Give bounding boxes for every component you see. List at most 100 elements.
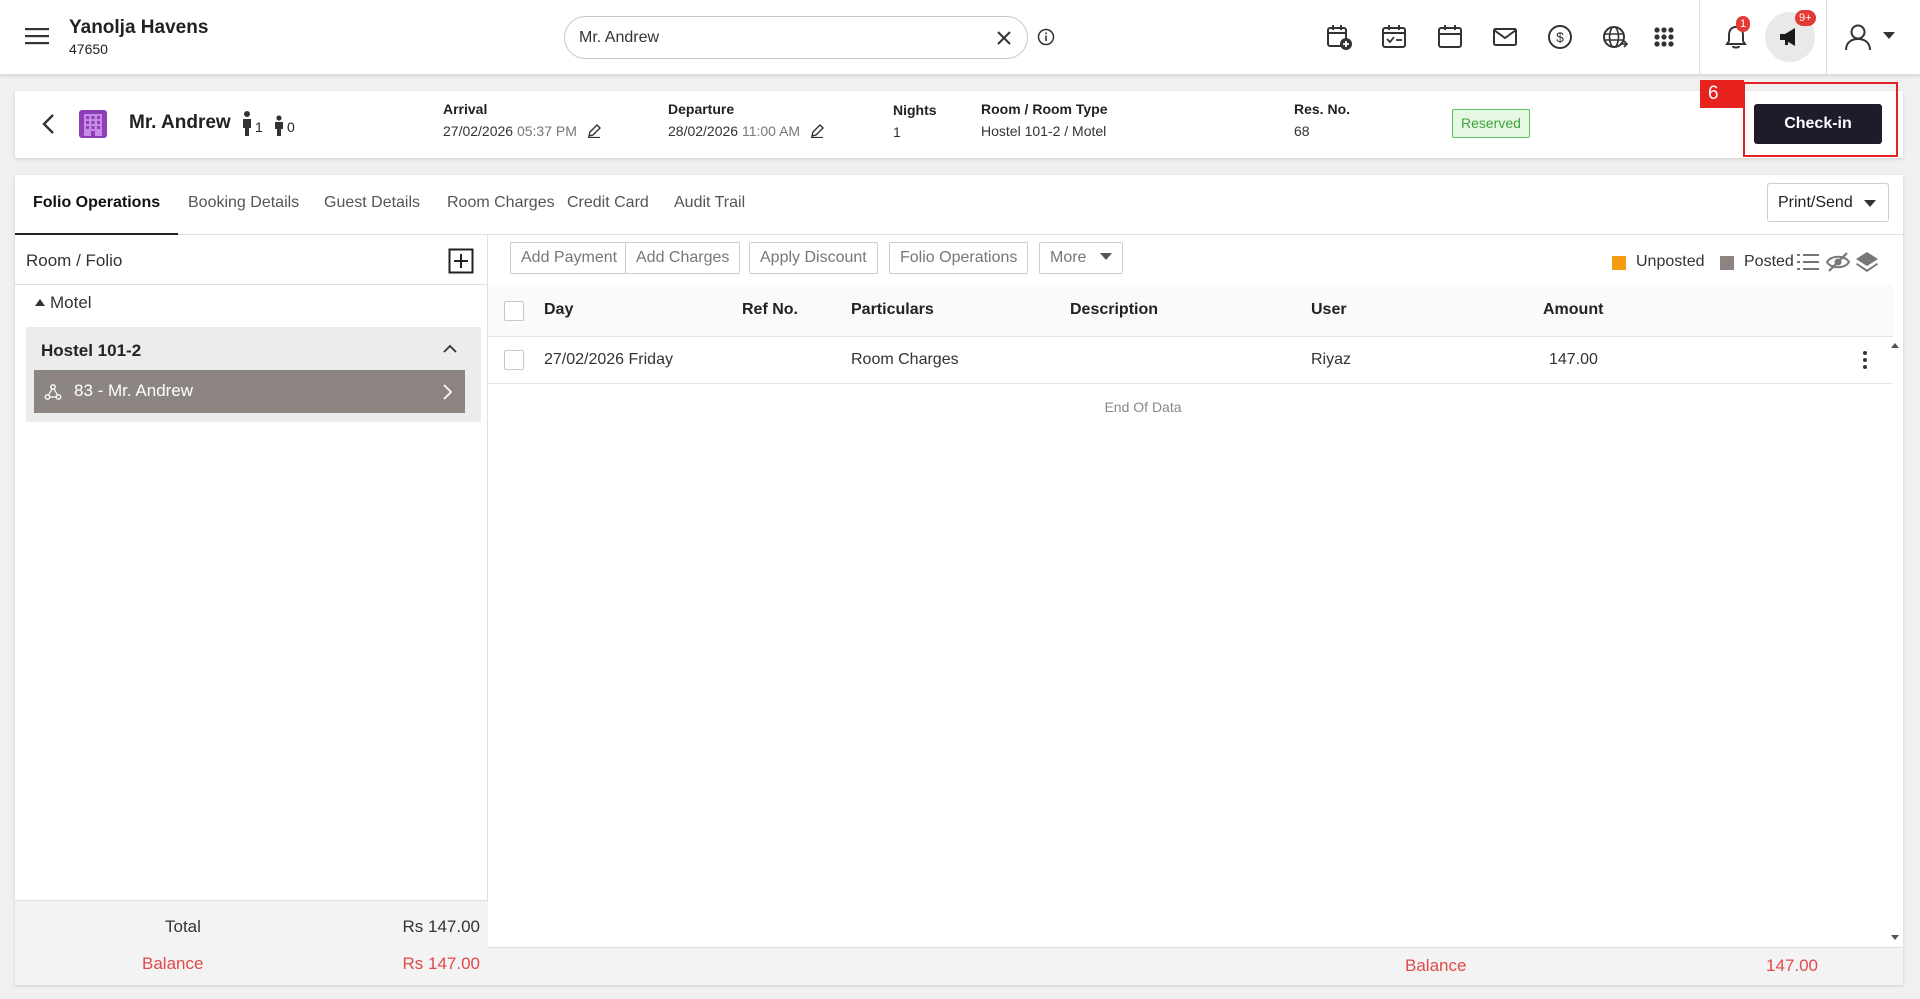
- nights-label: Nights: [893, 102, 937, 118]
- room-type-label: Motel: [50, 293, 92, 312]
- megaphone-icon: [1780, 28, 1795, 46]
- adult-count: 1: [255, 119, 263, 135]
- chevron-right-icon: [443, 384, 453, 400]
- guest-name: Mr. Andrew: [129, 112, 231, 133]
- apply-discount-button[interactable]: Apply Discount: [749, 242, 878, 274]
- user-icon[interactable]: [1843, 22, 1873, 52]
- menu-icon[interactable]: [24, 25, 50, 47]
- scroll-up-arrow[interactable]: [1891, 343, 1899, 348]
- edit-icon[interactable]: [810, 124, 824, 138]
- step-tag: 6: [1700, 80, 1744, 108]
- more-button[interactable]: More: [1039, 242, 1124, 274]
- add-payment-button[interactable]: Add Payment: [510, 242, 629, 274]
- table-row[interactable]: 27/02/2026 Friday Room Charges Riyaz 147…: [488, 337, 1893, 384]
- room-folio-panel: Room / Folio Motel Hostel 101-2 83 - Mr.…: [15, 235, 488, 985]
- property-name: Yanolja Havens: [69, 17, 209, 38]
- eye-off-icon[interactable]: [1825, 249, 1851, 275]
- building-icon: [79, 110, 107, 138]
- close-icon[interactable]: [995, 29, 1013, 47]
- balance-label: Balance: [142, 954, 204, 973]
- chevron-down-icon: [1864, 200, 1876, 207]
- balance-value: Rs 147.00: [402, 954, 481, 973]
- room-label: Room / Room Type: [981, 101, 1108, 117]
- transactions-panel: Add Payment Add Charges Apply Discount F…: [488, 235, 1903, 985]
- select-all-checkbox[interactable]: [504, 301, 524, 321]
- child-count: 0: [287, 119, 295, 135]
- list-view-icon[interactable]: [1795, 249, 1821, 275]
- top-bar: Yanolja Havens 47650 $: [0, 0, 1920, 75]
- back-arrow-icon[interactable]: [37, 111, 61, 137]
- folio-operations-button[interactable]: Folio Operations: [889, 242, 1029, 274]
- edit-icon[interactable]: [587, 124, 601, 138]
- room-name: Hostel 101-2: [41, 341, 142, 360]
- tab-audit-trail[interactable]: Audit Trail: [656, 175, 763, 235]
- property-code: 47650: [69, 41, 108, 57]
- chevron-down-icon: [1100, 253, 1113, 260]
- footer-balance-value: 147.00: [1766, 956, 1818, 975]
- room-value: Hostel 101-2 / Motel: [981, 123, 1107, 139]
- resno-value: 68: [1294, 123, 1310, 139]
- apps-grid-icon[interactable]: [1650, 23, 1678, 51]
- tab-credit-card[interactable]: Credit Card: [549, 175, 667, 235]
- print-send-button[interactable]: Print/Send: [1767, 183, 1889, 222]
- departure-value: 28/02/2026 11:00 AM: [668, 123, 824, 139]
- scroll-down-arrow[interactable]: [1891, 935, 1899, 940]
- announcement-badge: 9+: [1795, 10, 1816, 26]
- column-header: Ref No.: [742, 301, 798, 318]
- add-folio-icon[interactable]: [448, 248, 474, 274]
- total-label: Total: [165, 917, 201, 936]
- cell-user: Riyaz: [1311, 351, 1352, 368]
- check-in-button[interactable]: Check-in: [1754, 104, 1882, 144]
- column-header: Day: [544, 301, 574, 318]
- info-icon[interactable]: [1037, 28, 1055, 46]
- unposted-label: Unposted: [1636, 253, 1705, 270]
- folio-totals: Total Rs 147.00 Balance Rs 147.00: [15, 900, 488, 985]
- end-of-data: End Of Data: [1104, 399, 1182, 415]
- transactions-footer: Balance 147.00: [488, 947, 1903, 985]
- more-options-icon[interactable]: [1860, 348, 1870, 372]
- status-badge: Reserved: [1452, 109, 1530, 138]
- folio-item[interactable]: 83 - Mr. Andrew: [34, 370, 465, 413]
- dollar-icon[interactable]: $: [1546, 23, 1574, 51]
- tab-folio-operations[interactable]: Folio Operations: [15, 175, 179, 235]
- table-header: Day Ref No. Particulars Description User…: [488, 285, 1893, 337]
- room-folio-header: Room / Folio: [15, 235, 488, 285]
- layers-icon[interactable]: [1854, 249, 1880, 275]
- resno-label: Res. No.: [1294, 101, 1351, 117]
- column-header: User: [1311, 301, 1347, 318]
- column-header: Description: [1070, 301, 1159, 318]
- room-folio-title: Room / Folio: [26, 251, 123, 270]
- chevron-up-icon[interactable]: [442, 341, 458, 357]
- tab-booking-details[interactable]: Booking Details: [170, 175, 317, 235]
- folio-panel: Folio Operations Booking Details Guest D…: [15, 175, 1903, 985]
- calendar-check-icon[interactable]: [1380, 23, 1408, 51]
- cell-particulars: Room Charges: [851, 351, 959, 368]
- nights-value: 1: [893, 124, 901, 140]
- departure-label: Departure: [668, 101, 735, 117]
- room-type-group[interactable]: Motel: [35, 293, 92, 313]
- calendar-add-icon[interactable]: [1325, 23, 1353, 51]
- notification-badge: 1: [1736, 16, 1751, 32]
- posted-label: Posted: [1744, 253, 1794, 270]
- globe-icon[interactable]: [1601, 23, 1629, 51]
- search-input[interactable]: [579, 26, 969, 50]
- footer-balance-label: Balance: [1405, 956, 1467, 975]
- divider: [1826, 0, 1827, 75]
- mail-icon[interactable]: [1491, 23, 1519, 51]
- user-menu-caret[interactable]: [1883, 32, 1895, 39]
- room-card: Hostel 101-2 83 - Mr. Andrew: [26, 327, 481, 422]
- tab-guest-details[interactable]: Guest Details: [306, 175, 438, 235]
- column-header: Amount: [1543, 301, 1604, 318]
- tab-bar: Folio Operations Booking Details Guest D…: [15, 175, 1903, 235]
- departure-time: 11:00 AM: [741, 123, 801, 139]
- calendar-icon[interactable]: [1436, 23, 1464, 51]
- row-checkbox[interactable]: [504, 350, 524, 370]
- arrival-date: 27/02/2026: [443, 123, 514, 139]
- svg-text:$: $: [1556, 29, 1564, 45]
- add-charges-button[interactable]: Add Charges: [625, 242, 741, 274]
- folio-label: 83 - Mr. Andrew: [74, 381, 194, 400]
- collapse-triangle-icon: [35, 299, 45, 306]
- column-header: Particulars: [851, 301, 934, 318]
- posted-swatch: [1720, 256, 1734, 270]
- more-label: More: [1050, 249, 1087, 266]
